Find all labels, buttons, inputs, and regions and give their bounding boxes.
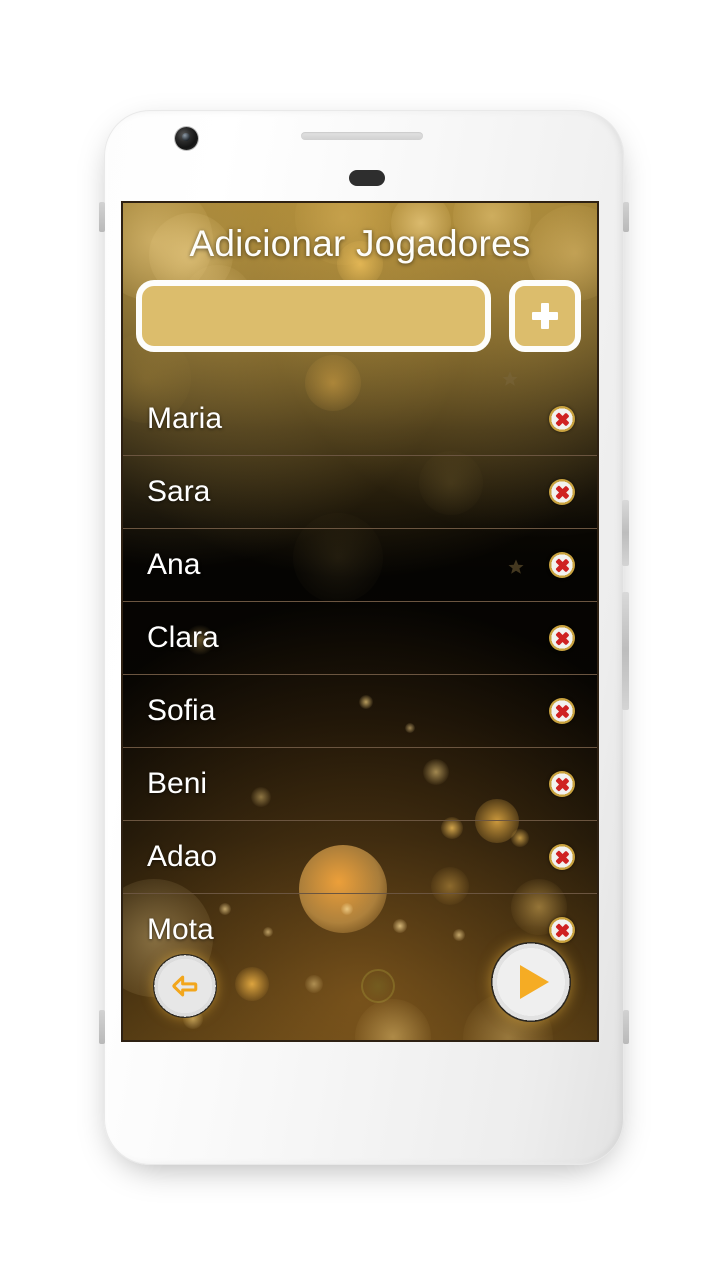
list-item[interactable]: Adao (123, 820, 597, 893)
antenna-band-top-right (623, 202, 629, 232)
delete-player-button[interactable] (549, 844, 575, 870)
add-player-row (136, 280, 588, 360)
back-button[interactable] (153, 954, 217, 1018)
antenna-band-bottom-right (623, 1010, 629, 1044)
list-item[interactable]: Beni (123, 747, 597, 820)
close-x-icon (556, 559, 569, 572)
player-name-label: Sofia (147, 694, 216, 727)
player-name-label: Clara (147, 621, 219, 654)
delete-player-button[interactable] (549, 479, 575, 505)
earpiece-speaker-icon (301, 132, 423, 140)
front-camera-icon (175, 127, 198, 150)
close-x-icon (556, 705, 569, 718)
play-triangle-icon (519, 965, 549, 999)
arrow-left-icon (172, 975, 198, 997)
antenna-band-bottom-left (99, 1010, 105, 1044)
play-button[interactable] (491, 942, 571, 1022)
page-title: Adicionar Jogadores (189, 223, 531, 264)
player-name-label: Ana (147, 548, 201, 581)
power-button[interactable] (622, 500, 629, 566)
delete-player-button[interactable] (549, 406, 575, 432)
player-name-label: Maria (147, 402, 223, 435)
volume-button[interactable] (622, 592, 629, 710)
list-item[interactable]: Sofia (123, 674, 597, 747)
list-item[interactable]: Ana (123, 528, 597, 601)
close-x-icon (556, 924, 569, 937)
player-name-label: Mota (147, 913, 214, 946)
player-list: Maria Sara Ana Clara Sofia Beni Adao Mot… (123, 383, 597, 966)
delete-player-button[interactable] (549, 698, 575, 724)
list-item[interactable]: Maria (123, 383, 597, 455)
close-x-icon (556, 413, 569, 426)
player-name-label: Beni (147, 767, 208, 800)
player-name-label: Adao (147, 840, 218, 873)
antenna-band-top-left (99, 202, 105, 232)
player-name-input[interactable] (136, 280, 491, 352)
list-item[interactable]: Sara (123, 455, 597, 528)
delete-player-button[interactable] (549, 917, 575, 943)
close-x-icon (556, 851, 569, 864)
plus-icon (532, 303, 558, 329)
close-x-icon (556, 486, 569, 499)
list-item[interactable]: Clara (123, 601, 597, 674)
delete-player-button[interactable] (549, 771, 575, 797)
add-player-button[interactable] (509, 280, 581, 352)
close-x-icon (556, 632, 569, 645)
proximity-sensor-icon (349, 170, 385, 186)
delete-player-button[interactable] (549, 552, 575, 578)
delete-player-button[interactable] (549, 625, 575, 651)
player-name-label: Sara (147, 475, 211, 508)
phone-screen: Adicionar Jogadores Maria Sara Ana Clara (123, 203, 597, 1040)
phone-mockup: Adicionar Jogadores Maria Sara Ana Clara (99, 110, 629, 1168)
close-x-icon (556, 778, 569, 791)
